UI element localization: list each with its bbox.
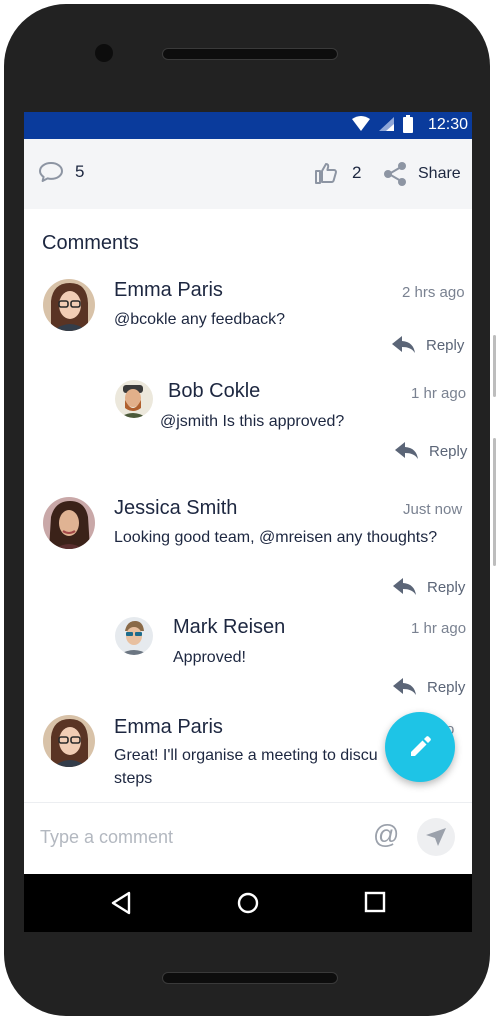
comment-text: Great! I'll organise a meeting to discu (114, 747, 378, 764)
volume-button (493, 335, 496, 397)
comment-author[interactable]: Jessica Smith (114, 497, 237, 520)
mark-avatar[interactable] (115, 617, 153, 655)
comment-text: Looking good team, @mreisen any thoughts… (114, 529, 438, 546)
comment-time: 1 hr ago (411, 385, 467, 402)
comment-text: Approved! (173, 649, 246, 666)
bottom-speaker (162, 972, 338, 984)
reply-icon (392, 336, 415, 353)
share-label: Share (418, 165, 461, 182)
compose-fab-button[interactable] (385, 712, 455, 782)
earpiece-speaker (162, 48, 338, 60)
share-icon (384, 162, 406, 186)
wifi-icon (352, 116, 370, 131)
reply-label: Reply (429, 442, 468, 460)
battery-icon (403, 115, 413, 133)
comment-author[interactable]: Emma Paris (114, 716, 223, 739)
reply-button[interactable]: Reply (393, 578, 465, 596)
comment-time: 2 hrs ago (402, 284, 465, 301)
mention-button[interactable]: @ (373, 819, 399, 850)
thumbs-up-icon (315, 163, 337, 184)
comment-text: @jsmith Is this approved? (160, 413, 345, 430)
status-icons (352, 115, 414, 133)
system-nav-bar (24, 874, 472, 932)
comment-author[interactable]: Bob Cokle (168, 380, 260, 403)
reply-icon (395, 442, 418, 459)
comment-text-continued: steps (114, 770, 153, 787)
app-screen: 12:30 5 2 Share Comments Emma Paris 2 hr… (24, 112, 472, 932)
status-time: 12:30 (427, 116, 468, 133)
comment-author[interactable]: Emma Paris (114, 279, 223, 302)
reply-button[interactable]: Reply (395, 442, 467, 460)
reply-label: Reply (427, 678, 466, 696)
send-icon (426, 828, 446, 846)
comment-text: @bcokle any feedback? (114, 311, 286, 328)
send-button[interactable] (417, 818, 455, 856)
post-action-bar: 5 2 Share (24, 139, 472, 209)
reply-icon (393, 678, 416, 695)
comment-composer: @ (24, 802, 472, 874)
back-icon[interactable] (110, 891, 132, 915)
status-bar: 12:30 (24, 112, 472, 139)
like-button[interactable]: 2 (314, 161, 361, 185)
comment-time: Just now (403, 501, 463, 518)
comments-count-button[interactable]: 5 (38, 161, 84, 183)
home-icon[interactable] (236, 891, 260, 915)
emma-avatar[interactable] (43, 715, 95, 767)
comment-input[interactable] (40, 819, 360, 855)
emma-avatar[interactable] (43, 279, 95, 331)
like-count: 2 (352, 163, 362, 182)
reply-icon (393, 578, 416, 595)
reply-label: Reply (426, 336, 465, 354)
comments-heading: Comments (42, 232, 139, 254)
comment-count: 5 (75, 162, 85, 181)
recents-icon[interactable] (364, 891, 386, 913)
bob-avatar[interactable] (115, 380, 153, 418)
reply-button[interactable]: Reply (392, 336, 464, 354)
comment-icon (39, 162, 63, 182)
signal-icon (379, 117, 394, 131)
power-button (493, 438, 496, 566)
pencil-icon (411, 736, 431, 756)
front-camera (95, 44, 113, 62)
jessica-avatar[interactable] (43, 497, 95, 549)
reply-button[interactable]: Reply (393, 678, 465, 696)
reply-label: Reply (427, 578, 466, 596)
comment-author[interactable]: Mark Reisen (173, 616, 285, 639)
comment-time: 1 hr ago (411, 620, 467, 637)
share-button[interactable]: Share (382, 161, 461, 187)
